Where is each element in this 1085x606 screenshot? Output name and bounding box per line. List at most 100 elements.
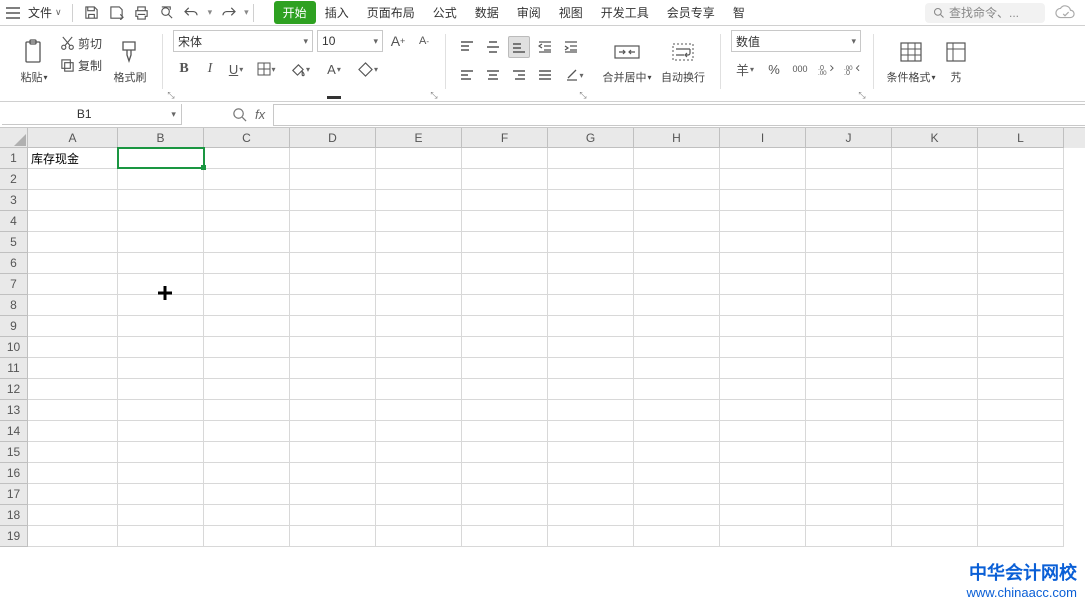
cell[interactable] <box>634 274 720 295</box>
file-menu[interactable]: 文件 ∨ <box>22 2 68 23</box>
cell[interactable] <box>204 316 290 337</box>
row-header[interactable]: 9 <box>0 316 28 337</box>
cell[interactable] <box>634 379 720 400</box>
cell[interactable]: 库存现金 <box>28 148 118 169</box>
cell[interactable] <box>290 316 376 337</box>
col-header[interactable]: D <box>290 128 376 148</box>
cell[interactable] <box>118 358 204 379</box>
cell[interactable] <box>290 232 376 253</box>
col-header[interactable]: K <box>892 128 978 148</box>
cell[interactable] <box>892 379 978 400</box>
cell[interactable] <box>892 148 978 169</box>
paste-button[interactable]: 粘贴▾ <box>14 30 54 92</box>
cell[interactable] <box>118 274 204 295</box>
bold-button[interactable]: B <box>173 58 195 80</box>
print-icon[interactable] <box>133 4 151 22</box>
tab-member[interactable]: 会员专享 <box>658 1 724 24</box>
cell[interactable] <box>892 190 978 211</box>
cell[interactable] <box>28 379 118 400</box>
row-header[interactable]: 8 <box>0 295 28 316</box>
cell[interactable] <box>376 316 462 337</box>
row-header[interactable]: 4 <box>0 211 28 232</box>
cell[interactable] <box>118 526 204 547</box>
cell[interactable] <box>548 358 634 379</box>
cell[interactable] <box>28 316 118 337</box>
cell[interactable] <box>720 211 806 232</box>
increase-font-button[interactable]: A+ <box>387 30 409 52</box>
cell[interactable] <box>376 253 462 274</box>
increase-indent-button[interactable] <box>560 36 582 58</box>
cut-button[interactable]: 剪切 <box>58 34 104 53</box>
cell[interactable] <box>462 484 548 505</box>
cell[interactable] <box>204 484 290 505</box>
decrease-indent-button[interactable] <box>534 36 556 58</box>
cell[interactable] <box>634 295 720 316</box>
cell[interactable] <box>204 232 290 253</box>
cell[interactable] <box>290 274 376 295</box>
cell[interactable] <box>462 232 548 253</box>
cell[interactable] <box>28 442 118 463</box>
cell[interactable] <box>118 484 204 505</box>
cell[interactable] <box>204 295 290 316</box>
align-top-button[interactable] <box>456 36 478 58</box>
cell[interactable] <box>892 484 978 505</box>
cell[interactable] <box>376 295 462 316</box>
cell[interactable] <box>28 337 118 358</box>
tab-data[interactable]: 数据 <box>466 1 508 24</box>
cell[interactable] <box>290 337 376 358</box>
cell[interactable] <box>720 148 806 169</box>
cell[interactable] <box>548 295 634 316</box>
cell[interactable] <box>118 337 204 358</box>
copy-button[interactable]: 复制 <box>58 56 104 75</box>
cell[interactable] <box>118 211 204 232</box>
cell[interactable] <box>204 337 290 358</box>
cell[interactable] <box>204 169 290 190</box>
row-header[interactable]: 7 <box>0 274 28 295</box>
cell[interactable] <box>462 421 548 442</box>
cell[interactable] <box>290 400 376 421</box>
cell[interactable] <box>28 190 118 211</box>
cell[interactable] <box>806 442 892 463</box>
cell-style-button[interactable]: ▾ <box>353 58 383 80</box>
row-header[interactable]: 16 <box>0 463 28 484</box>
cell[interactable] <box>290 169 376 190</box>
cell[interactable] <box>28 421 118 442</box>
cell[interactable] <box>892 253 978 274</box>
cell[interactable] <box>118 190 204 211</box>
cell[interactable] <box>376 442 462 463</box>
col-header[interactable]: L <box>978 128 1064 148</box>
cell[interactable] <box>978 400 1064 421</box>
tab-smart[interactable]: 智 <box>724 1 754 24</box>
cancel-icon[interactable] <box>232 107 247 122</box>
cell[interactable] <box>290 526 376 547</box>
cell[interactable] <box>892 421 978 442</box>
cell[interactable] <box>978 253 1064 274</box>
col-header[interactable]: I <box>720 128 806 148</box>
cell[interactable] <box>634 463 720 484</box>
borders-button[interactable]: ▾ <box>251 58 281 80</box>
cell[interactable] <box>978 358 1064 379</box>
cell[interactable] <box>806 484 892 505</box>
fx-icon[interactable]: fx <box>255 107 265 122</box>
cell[interactable] <box>290 484 376 505</box>
cell[interactable] <box>548 337 634 358</box>
cell[interactable] <box>28 232 118 253</box>
alignment-dialog-launcher[interactable]: ⤡ <box>578 90 588 100</box>
cell[interactable] <box>118 232 204 253</box>
font-color-button[interactable]: A▾ <box>319 58 349 80</box>
cell[interactable] <box>634 211 720 232</box>
merge-center-button[interactable]: 合并居中▾ <box>598 30 656 92</box>
tab-insert[interactable]: 插入 <box>316 1 358 24</box>
cell[interactable] <box>290 295 376 316</box>
tab-devtools[interactable]: 开发工具 <box>592 1 658 24</box>
cell[interactable] <box>28 211 118 232</box>
cell[interactable] <box>462 463 548 484</box>
cell[interactable] <box>892 295 978 316</box>
cell[interactable] <box>806 337 892 358</box>
redo-dropdown[interactable]: ▾ <box>244 7 249 18</box>
fill-color-button[interactable]: ▾ <box>285 58 315 80</box>
format-table-button[interactable]: 艿 <box>942 30 970 92</box>
cell[interactable] <box>204 274 290 295</box>
font-size-combo[interactable]: 10 ▾ <box>317 30 383 52</box>
cell[interactable] <box>290 211 376 232</box>
